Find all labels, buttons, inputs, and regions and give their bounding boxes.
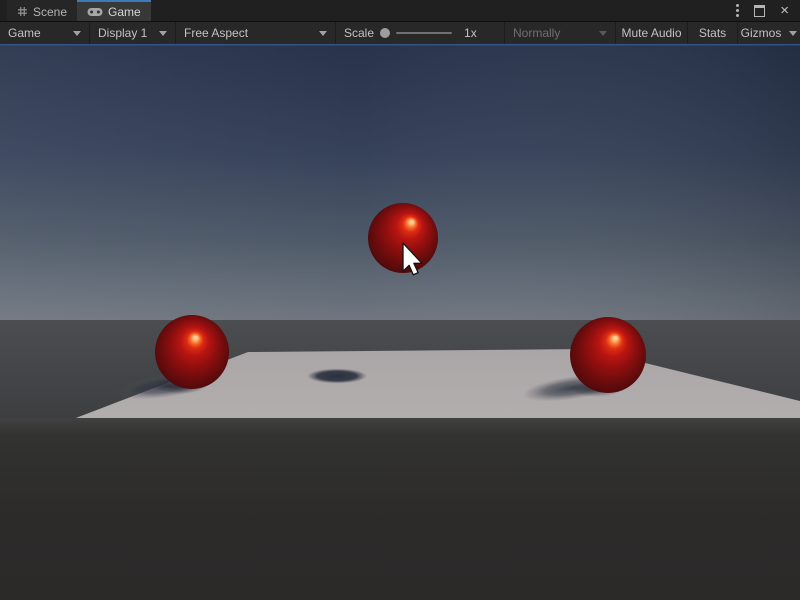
chevron-down-icon	[319, 31, 327, 36]
tab-scene-label: Scene	[33, 5, 67, 19]
chevron-down-icon	[73, 31, 81, 36]
maximize-icon[interactable]	[754, 5, 765, 17]
focus-highlight-line	[0, 44, 800, 45]
window-controls: ×	[736, 0, 800, 21]
foreground	[0, 418, 800, 600]
scale-slider-knob[interactable]	[380, 28, 390, 38]
scale-slider-track[interactable]	[396, 32, 452, 34]
play-focus-dropdown: Normally	[504, 22, 616, 44]
camera-dropdown[interactable]: Game	[0, 22, 90, 44]
scale-label: Scale	[344, 26, 374, 40]
display-dropdown[interactable]: Display 1	[90, 22, 176, 44]
aspect-ratio-dropdown[interactable]: Free Aspect	[176, 22, 336, 44]
kebab-menu-icon[interactable]	[736, 4, 739, 17]
display-dropdown-label: Display 1	[98, 26, 147, 40]
tab-bar: Scene Game ×	[0, 0, 800, 22]
sphere-left	[155, 315, 229, 389]
middle-sphere-shadow	[307, 369, 367, 384]
sky-shading	[0, 44, 800, 321]
grid-icon	[17, 6, 28, 17]
rendered-scene	[0, 44, 800, 600]
gizmos-label: Gizmos	[741, 26, 782, 40]
stats-button[interactable]: Stats	[688, 22, 738, 44]
scale-control: Scale 1x	[336, 22, 504, 44]
camera-dropdown-label: Game	[8, 26, 41, 40]
stats-label: Stats	[699, 26, 726, 40]
sphere-right	[570, 317, 646, 393]
chevron-down-icon	[159, 31, 167, 36]
scale-value: 1x	[464, 26, 477, 40]
aspect-ratio-label: Free Aspect	[184, 26, 248, 40]
gamepad-icon	[87, 7, 103, 17]
gizmos-button[interactable]: Gizmos	[738, 22, 800, 44]
tab-game-label: Game	[108, 5, 141, 19]
play-focus-label: Normally	[513, 26, 560, 40]
close-icon[interactable]: ×	[780, 3, 789, 18]
game-view-toolbar: Game Display 1 Free Aspect Scale 1x Norm…	[0, 22, 800, 44]
game-viewport[interactable]	[0, 44, 800, 600]
mute-audio-label: Mute Audio	[621, 26, 681, 40]
tab-game[interactable]: Game	[77, 0, 151, 21]
chevron-down-icon[interactable]	[789, 31, 797, 36]
chevron-down-icon	[599, 31, 607, 36]
tab-scene[interactable]: Scene	[7, 0, 77, 21]
mute-audio-button[interactable]: Mute Audio	[616, 22, 688, 44]
